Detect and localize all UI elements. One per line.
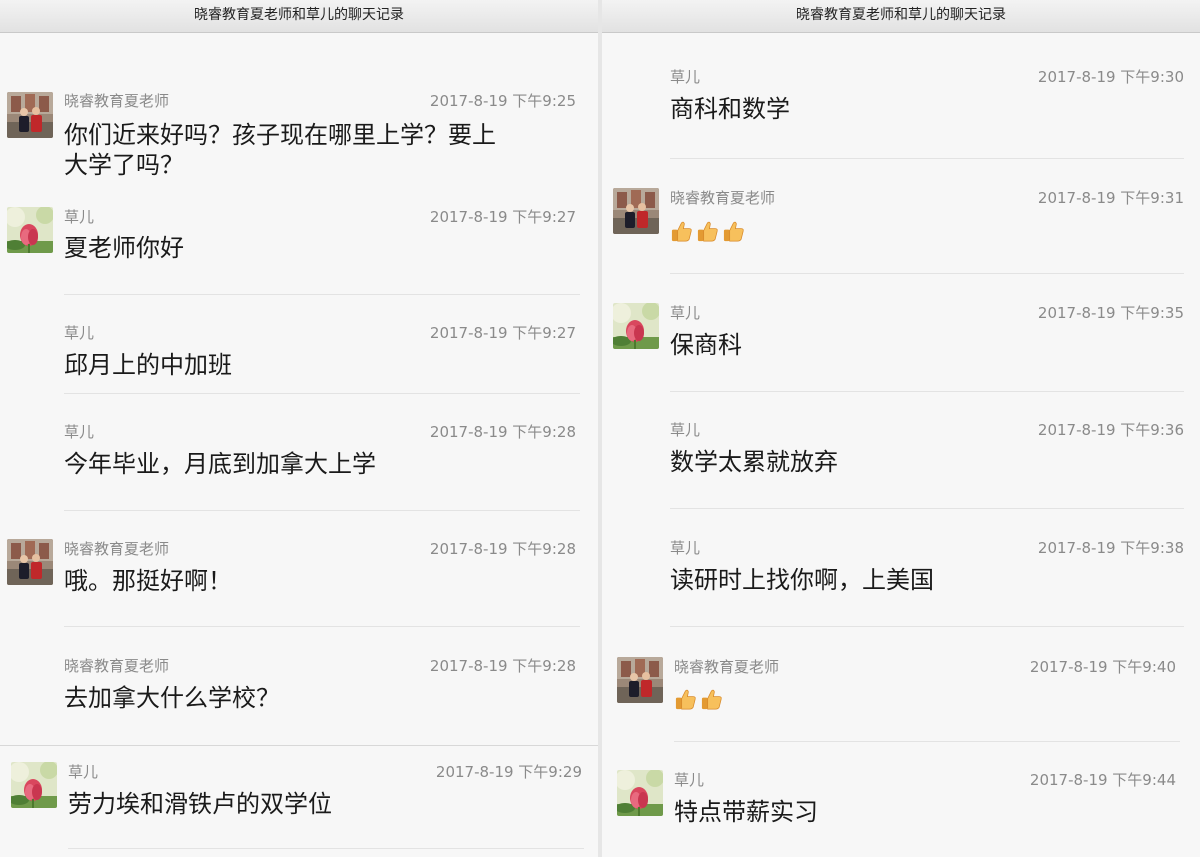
emoji-row [670, 220, 745, 243]
message-text: 你们近来好吗？孩子现在哪里上学？要上 大学了吗？ [64, 120, 496, 180]
chat-message[interactable]: 晓睿教育夏老师 2017-8-19 下午9:28 哦。那挺好啊！ [0, 538, 598, 608]
chat-message[interactable]: 晓睿教育夏老师 2017-8-19 下午9:28 去加拿大什么学校？ [0, 655, 598, 725]
chat-message[interactable]: 草儿 2017-8-19 下午9:27 邱月上的中加班 [0, 322, 598, 382]
message-text: 邱月上的中加班 [64, 351, 232, 379]
message-timestamp: 2017-8-19 下午9:28 [429, 657, 576, 675]
window-title: 晓睿教育夏老师和草儿的聊天记录 [0, 0, 598, 33]
message-text: 数学太累就放弃 [670, 448, 838, 476]
message-divider [670, 626, 1184, 627]
thumbs-up-icon [722, 220, 745, 243]
message-sender: 晓睿教育夏老师 [674, 658, 780, 676]
message-sender: 草儿 [64, 324, 95, 342]
message-text: 劳力埃和滑铁卢的双学位 [68, 790, 332, 818]
message-timestamp: 2017-8-19 下午9:25 [429, 92, 576, 110]
message-timestamp: 2017-8-19 下午9:29 [435, 763, 582, 781]
message-text: 特点带薪实习 [674, 798, 818, 826]
chat-message[interactable]: 草儿 2017-8-19 下午9:36 数学太累就放弃 [602, 419, 1200, 489]
teacher-photo-avatar-icon[interactable] [7, 92, 53, 138]
message-timestamp: 2017-8-19 下午9:27 [429, 324, 576, 342]
thumbs-up-icon [674, 688, 697, 711]
message-sender: 晓睿教育夏老师 [64, 540, 170, 558]
message-timestamp: 2017-8-19 下午9:27 [429, 208, 576, 226]
teacher-photo-avatar-icon[interactable] [613, 188, 659, 234]
message-text: 去加拿大什么学校？ [64, 684, 280, 712]
chat-message[interactable]: 晓睿教育夏老师 2017-8-19 下午9:25 你们近来好吗？孩子现在哪里上学… [0, 90, 598, 180]
message-divider [64, 294, 580, 295]
screenshot-seam [0, 745, 598, 746]
lotus-flower-avatar-icon[interactable] [613, 303, 659, 349]
message-divider [64, 510, 580, 511]
lotus-flower-avatar-icon[interactable] [617, 770, 663, 816]
message-sender: 草儿 [670, 304, 701, 322]
chat-history-window-left: 晓睿教育夏老师和草儿的聊天记录 晓睿教育夏老师 2017-8-19 下午9:25… [0, 0, 598, 857]
message-sender: 草儿 [670, 539, 701, 557]
message-timestamp: 2017-8-19 下午9:38 [1037, 539, 1184, 557]
teacher-photo-avatar-icon[interactable] [7, 539, 53, 585]
chat-history-window-right: 晓睿教育夏老师和草儿的聊天记录 草儿 2017-8-19 下午9:30 商科和数… [602, 0, 1200, 857]
emoji-row [674, 688, 723, 711]
message-timestamp: 2017-8-19 下午9:36 [1037, 421, 1184, 439]
message-sender: 晓睿教育夏老师 [64, 92, 170, 110]
message-sender: 草儿 [64, 208, 95, 226]
lotus-flower-avatar-icon[interactable] [11, 762, 57, 808]
message-text-line: 大学了吗？ [64, 151, 184, 179]
thumbs-up-icon [696, 220, 719, 243]
chat-message[interactable]: 晓睿教育夏老师 2017-8-19 下午9:31 [602, 187, 1200, 257]
message-text: 商科和数学 [670, 95, 790, 123]
message-sender: 草儿 [670, 68, 701, 86]
message-timestamp: 2017-8-19 下午9:44 [1029, 771, 1176, 789]
message-text: 读研时上找你啊，上美国 [670, 566, 934, 594]
chat-message[interactable]: 草儿 2017-8-19 下午9:44 特点带薪实习 [602, 769, 1200, 839]
window-title: 晓睿教育夏老师和草儿的聊天记录 [602, 0, 1200, 33]
message-sender: 草儿 [670, 421, 701, 439]
chat-message[interactable]: 草儿 2017-8-19 下午9:28 今年毕业，月底到加拿大上学 [0, 421, 598, 481]
message-timestamp: 2017-8-19 下午9:40 [1029, 658, 1176, 676]
message-divider [670, 273, 1184, 274]
message-sender: 草儿 [68, 763, 99, 781]
message-text: 哦。那挺好啊！ [64, 567, 232, 595]
message-divider [670, 391, 1184, 392]
message-timestamp: 2017-8-19 下午9:28 [429, 540, 576, 558]
message-text-line: 你们近来好吗？孩子现在哪里上学？要上 [64, 121, 496, 149]
message-timestamp: 2017-8-19 下午9:35 [1037, 304, 1184, 322]
lotus-flower-avatar-icon[interactable] [7, 207, 53, 253]
message-divider [670, 508, 1184, 509]
message-divider [68, 848, 584, 849]
message-sender: 草儿 [674, 771, 705, 789]
message-timestamp: 2017-8-19 下午9:31 [1037, 189, 1184, 207]
message-divider [64, 626, 580, 627]
chat-message[interactable]: 草儿 2017-8-19 下午9:30 商科和数学 [602, 66, 1200, 136]
message-sender: 晓睿教育夏老师 [64, 657, 170, 675]
message-timestamp: 2017-8-19 下午9:28 [429, 423, 576, 441]
chat-message[interactable]: 草儿 2017-8-19 下午9:35 保商科 [602, 302, 1200, 372]
thumbs-up-icon [670, 220, 693, 243]
message-text: 保商科 [670, 331, 742, 359]
message-divider [674, 741, 1180, 742]
message-sender: 草儿 [64, 423, 95, 441]
chat-message[interactable]: 草儿 2017-8-19 下午9:38 读研时上找你啊，上美国 [602, 537, 1200, 607]
chat-message[interactable]: 草儿 2017-8-19 下午9:27 夏老师你好 [0, 206, 598, 286]
teacher-photo-avatar-icon[interactable] [617, 657, 663, 703]
message-sender: 晓睿教育夏老师 [670, 189, 776, 207]
chat-message[interactable]: 晓睿教育夏老师 2017-8-19 下午9:40 [602, 656, 1200, 726]
message-text: 夏老师你好 [64, 234, 184, 262]
message-text: 今年毕业，月底到加拿大上学 [64, 450, 376, 478]
message-divider [64, 393, 580, 394]
thumbs-up-icon [700, 688, 723, 711]
chat-message[interactable]: 草儿 2017-8-19 下午9:29 劳力埃和滑铁卢的双学位 [0, 761, 598, 841]
message-timestamp: 2017-8-19 下午9:30 [1037, 68, 1184, 86]
message-divider [670, 158, 1184, 159]
